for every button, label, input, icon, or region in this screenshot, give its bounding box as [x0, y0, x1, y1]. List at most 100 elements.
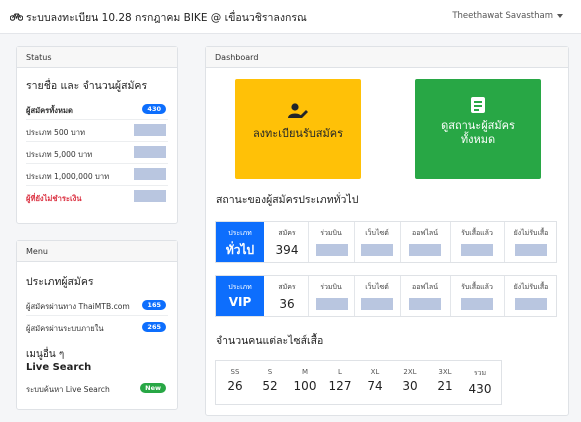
size-label: M	[301, 368, 309, 376]
redacted-value	[515, 244, 547, 256]
user-menu[interactable]: Theethawat Savastham	[452, 11, 563, 21]
live-search-title: Live Search	[26, 362, 92, 373]
divider	[504, 222, 505, 262]
bicycle-icon	[9, 11, 24, 24]
divider	[308, 222, 309, 262]
stat-label: เว็บไซต์	[365, 229, 389, 237]
count-badge: 165	[142, 300, 166, 310]
divider	[450, 276, 451, 316]
menu-panel: Menu ประเภทผู้สมัคร ผู้สมัครผ่านทาง Thai…	[16, 240, 178, 410]
stat-value: 394	[275, 243, 299, 257]
type-name: ทั่วไป	[225, 243, 255, 257]
size-cell-ss: SS 26	[218, 361, 252, 404]
redacted-value	[461, 244, 493, 256]
divider	[400, 222, 401, 262]
view-all-status-button[interactable]: ดูสถานะผู้สมัคร ทั้งหมด	[415, 79, 541, 179]
dashboard-panel-header: Dashboard	[206, 47, 568, 68]
type-name: VIP	[228, 295, 252, 309]
status-item-label: ประเภท 500 บาท	[26, 128, 85, 137]
size-cell-xl: XL 74	[358, 361, 392, 404]
stat-shirt-received: รับเสื้อแล้ว	[452, 276, 502, 316]
stat-label: ยังไม่รับเสื้อ	[513, 229, 549, 237]
menu-item-thaimtb[interactable]: ผู้สมัครผ่านทาง ThaiMTB.com 165	[26, 294, 168, 316]
size-value: 430	[468, 382, 492, 396]
top-navbar: ระบบลงทะเบียน 10.28 กรกฎาคม BIKE @ เขื่อ…	[0, 0, 581, 34]
status-item-500[interactable]: ประเภท 500 บาท	[26, 120, 168, 142]
menu-panel-header: Menu	[17, 241, 177, 262]
size-label: L	[338, 368, 342, 376]
vip-stats-row: ประเภท VIP สมัคร 36 ร่วมบิน เว็บไซต์ ออฟ…	[215, 275, 557, 317]
menu-item-label: ระบบค้นหา Live Search	[26, 385, 110, 394]
redacted-value	[134, 190, 166, 202]
type-label: ประเภท	[228, 229, 252, 237]
size-value: 74	[367, 379, 383, 393]
size-label: SS	[230, 368, 240, 376]
size-cell-l: L 127	[323, 361, 357, 404]
dashboard-panel: Dashboard ลงทะเบียนรับสมัคร ดูสถานะผู้สม…	[205, 46, 569, 416]
menu-item-label: ผู้สมัครผ่านระบบภายใน	[26, 324, 104, 333]
menu-item-live-search[interactable]: ระบบค้นหา Live Search New	[26, 377, 168, 399]
status-item-unpaid[interactable]: ผู้ที่ยังไม่ชำระเงิน	[26, 186, 168, 208]
size-value: 21	[437, 379, 453, 393]
status-item-label: ผู้ที่ยังไม่ชำระเงิน	[26, 194, 82, 203]
size-label: 2XL	[403, 368, 417, 376]
redacted-value	[134, 146, 166, 158]
size-label: รวม	[473, 369, 487, 377]
stat-website: เว็บไซต์	[356, 222, 398, 262]
stat-label: รับเสื้อแล้ว	[461, 229, 493, 237]
user-name: Theethawat Savastham	[452, 11, 553, 21]
size-label: S	[267, 368, 273, 376]
redacted-value	[134, 124, 166, 136]
other-menu-title: เมนูอื่น ๆ	[26, 349, 65, 360]
stat-joined: ร่วมบิน	[310, 276, 352, 316]
count-badge: 265	[142, 322, 166, 332]
status-item-label: ผู้สมัครทั้งหมด	[26, 106, 73, 115]
document-icon	[471, 97, 485, 113]
size-label: 3XL	[438, 368, 452, 376]
stat-label: ร่วมบิน	[320, 229, 342, 237]
register-button-label: ลงทะเบียนรับสมัคร	[252, 127, 344, 140]
general-stats-row: ประเภท ทั่วไป สมัคร 394 ร่วมบิน เว็บไซต์…	[215, 221, 557, 263]
size-value: 100	[293, 379, 317, 393]
status-panel-header: Status	[17, 47, 177, 68]
user-edit-icon	[288, 103, 308, 118]
stat-applied: สมัคร 36	[268, 276, 306, 316]
status-title: รายชื่อ และ จำนวนผู้สมัคร	[26, 80, 148, 92]
new-badge: New	[140, 383, 166, 393]
stat-applied: สมัคร 394	[268, 222, 306, 262]
size-cell-total: รวม 430	[463, 361, 497, 404]
redacted-value	[361, 244, 393, 256]
status-item-label: ประเภท 1,000,000 บาท	[26, 172, 110, 181]
divider	[450, 222, 451, 262]
menu-title: ประเภทผู้สมัคร	[26, 276, 94, 288]
general-type-cell: ประเภท ทั่วไป	[216, 222, 264, 262]
divider	[354, 222, 355, 262]
stat-label: ยังไม่รับเสื้อ	[513, 283, 549, 291]
redacted-value	[316, 244, 348, 256]
size-cell-m: M 100	[288, 361, 322, 404]
stat-label: สมัคร	[278, 283, 296, 291]
size-value: 26	[227, 379, 243, 393]
stat-label: รับเสื้อแล้ว	[461, 283, 493, 291]
redacted-value	[515, 298, 547, 310]
status-item-1000000[interactable]: ประเภท 1,000,000 บาท	[26, 164, 168, 186]
shirt-size-row: SS 26 S 52 M 100 L 127 XL 74 2XL 30 3XL …	[215, 360, 502, 405]
status-panel: Status รายชื่อ และ จำนวนผู้สมัคร ผู้สมัค…	[16, 46, 178, 224]
divider	[308, 276, 309, 316]
brand[interactable]: ระบบลงทะเบียน 10.28 กรกฎาคม BIKE @ เขื่อ…	[9, 9, 307, 26]
stat-label: ออฟไลน์	[412, 283, 438, 291]
register-button[interactable]: ลงทะเบียนรับสมัคร	[235, 79, 361, 179]
stat-shirt-not-received: ยังไม่รับเสื้อ	[506, 276, 556, 316]
redacted-value	[361, 298, 393, 310]
status-item-5000[interactable]: ประเภท 5,000 บาท	[26, 142, 168, 164]
redacted-value	[409, 244, 441, 256]
status-item-label: ประเภท 5,000 บาท	[26, 150, 93, 159]
view-all-label-line1: ดูสถานะผู้สมัคร	[441, 119, 515, 132]
type-label: ประเภท	[228, 283, 252, 291]
stat-joined: ร่วมบิน	[310, 222, 352, 262]
caret-down-icon	[557, 13, 563, 18]
menu-item-internal[interactable]: ผู้สมัครผ่านระบบภายใน 265	[26, 316, 168, 338]
stat-label: ออฟไลน์	[412, 229, 438, 237]
status-item-all[interactable]: ผู้สมัครทั้งหมด 430	[26, 98, 168, 120]
size-value: 52	[262, 379, 278, 393]
